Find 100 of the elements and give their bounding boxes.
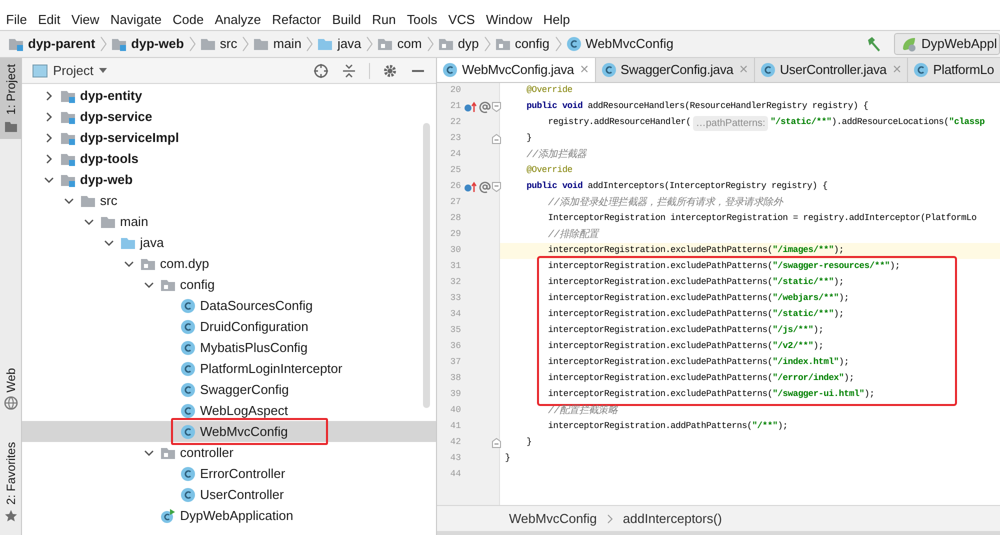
- package-folder-icon: [438, 36, 454, 52]
- annotation-icon: [479, 101, 491, 113]
- minimize-icon: [412, 70, 424, 72]
- class-icon: [600, 62, 617, 78]
- class-icon: [442, 62, 458, 78]
- code-line: interceptorRegistration.excludePathPatterns("/swagger-ui.html");: [548, 388, 874, 402]
- tool-window-tab[interactable]: Web: [0, 362, 21, 416]
- breadcrumb-item[interactable]: config: [494, 34, 550, 54]
- tree-item[interactable]: DataSourcesConfig: [22, 295, 436, 316]
- package-folder-icon: [494, 36, 511, 52]
- locate-button[interactable]: [313, 62, 329, 78]
- caret-down-icon: [99, 68, 108, 74]
- line-number: 34: [449, 308, 461, 322]
- tree-item[interactable]: MybatisPlusConfig: [22, 337, 436, 358]
- breadcrumb-item[interactable]: src: [200, 34, 238, 54]
- menu-item[interactable]: VCS: [448, 10, 475, 30]
- globe-icon: [4, 396, 18, 410]
- code-line: public void addResourceHandlers(ResourceHandlerRegistry registry) {: [526, 100, 868, 114]
- menu-item[interactable]: Build: [332, 10, 362, 30]
- breadcrumb-item[interactable]: dyp-parent: [8, 34, 96, 54]
- scrollbar[interactable]: [423, 123, 430, 408]
- breadcrumb-item[interactable]: dyp: [438, 34, 479, 54]
- menu-item[interactable]: Code: [172, 10, 204, 30]
- breadcrumb-item[interactable]: addInterceptors(): [622, 508, 722, 528]
- editor-tab[interactable]: WebMvcConfig.java ×: [437, 58, 596, 82]
- class-icon: [760, 62, 776, 78]
- code-line: //添加拦截器: [526, 148, 586, 162]
- menu-item[interactable]: File: [6, 10, 27, 30]
- line-number: 41: [449, 420, 461, 434]
- menu-item[interactable]: Refactor: [272, 10, 322, 30]
- spring-app-icon: [901, 36, 918, 52]
- chevron-right-icon: [364, 34, 374, 54]
- collapse-all-button[interactable]: [341, 62, 357, 78]
- line-number: 44: [449, 468, 461, 482]
- class-icon: [566, 36, 582, 52]
- menu-item[interactable]: Analyze: [214, 10, 261, 30]
- code-line: @Override: [526, 84, 572, 98]
- tree-item[interactable]: dyp-web: [22, 169, 436, 190]
- class-icon: [180, 360, 196, 376]
- tool-window-tab[interactable]: 2: Favorites: [0, 436, 21, 529]
- breadcrumb-item[interactable]: dyp-web: [111, 34, 184, 54]
- chevron-right-icon: [482, 34, 492, 54]
- code-line: //添加登录处理拦截器，拦截所有请求，登录请求除外: [548, 196, 783, 210]
- menu-item[interactable]: Tools: [406, 10, 438, 30]
- run-config-selector[interactable]: DypWebAppl: [894, 33, 1000, 55]
- tree-item[interactable]: config: [22, 274, 436, 295]
- chevron-right-icon: [240, 34, 250, 54]
- project-view-dropdown[interactable]: Project: [53, 60, 108, 80]
- tree-item[interactable]: dyp-service: [22, 106, 436, 127]
- tree-item[interactable]: SwaggerConfig: [22, 379, 436, 400]
- code-line: InterceptorRegistration interceptorRegistration = registry.addInterceptor(PlatformLo: [548, 212, 976, 226]
- code-line: interceptorRegistration.excludePathPatterns("/webjars/**");: [548, 292, 849, 306]
- class-icon: [180, 298, 196, 314]
- tree-item[interactable]: PlatformLoginInterceptor: [22, 358, 436, 379]
- tree-item[interactable]: java: [22, 232, 436, 253]
- chevron-right-icon: [424, 34, 435, 54]
- menu-item[interactable]: Edit: [38, 10, 60, 30]
- settings-icon: [382, 62, 398, 78]
- tree-item[interactable]: WebLogAspect: [22, 400, 436, 421]
- breadcrumb-item[interactable]: java: [317, 34, 362, 54]
- breadcrumb-item[interactable]: main: [253, 34, 302, 54]
- menu-item[interactable]: View: [71, 10, 100, 30]
- class-icon: [180, 486, 196, 502]
- menu-item[interactable]: Navigate: [110, 10, 162, 30]
- code-line: interceptorRegistration.excludePathPatterns("/images/**");: [548, 244, 844, 258]
- tree-item[interactable]: src: [22, 190, 436, 211]
- star-icon: [4, 508, 18, 523]
- code-line: interceptorRegistration.addPathPatterns("/**");: [548, 420, 788, 434]
- breadcrumb-item[interactable]: WebMvcConfig: [566, 34, 674, 54]
- code-line: interceptorRegistration.excludePathPatterns("/v2/**");: [548, 340, 824, 354]
- line-number: 30: [449, 244, 461, 258]
- tree-item[interactable]: DruidConfiguration: [22, 316, 436, 337]
- class-icon: [180, 382, 196, 398]
- line-number: 26: [449, 180, 461, 194]
- line-number: 21: [449, 100, 461, 114]
- menu-item[interactable]: Help: [543, 10, 570, 30]
- project-window-icon: [32, 62, 48, 78]
- menu-item[interactable]: Window: [486, 10, 532, 30]
- menu-item[interactable]: Run: [372, 10, 396, 30]
- class-icon: [180, 318, 196, 334]
- annotation-icon: [479, 181, 491, 193]
- tree-item[interactable]: main: [22, 211, 436, 232]
- class-icon: [913, 62, 930, 78]
- tree-item[interactable]: UserController: [22, 484, 436, 505]
- line-number: 43: [449, 452, 461, 466]
- tree-item[interactable]: ErrorController: [22, 463, 436, 484]
- tree-item[interactable]: dyp-serviceImpl: [22, 127, 436, 148]
- settings-button[interactable]: [382, 62, 398, 78]
- code-line: interceptorRegistration.excludePathPatterns("/swagger-resources/**");: [548, 260, 900, 274]
- tool-window-tab[interactable]: 1: Project: [0, 58, 21, 139]
- breadcrumb-item[interactable]: WebMvcConfig: [509, 508, 597, 528]
- breadcrumb-item[interactable]: com: [377, 34, 422, 54]
- collapse-all-icon: [341, 62, 357, 78]
- tree-item[interactable]: WebMvcConfig: [22, 421, 436, 442]
- tree-item[interactable]: controller: [22, 442, 436, 463]
- tree-item[interactable]: DypWebApplication: [22, 505, 436, 526]
- folder-icon: [317, 36, 334, 52]
- tree-item[interactable]: dyp-tools: [22, 148, 436, 169]
- tree-item[interactable]: com.dyp: [22, 253, 436, 274]
- tree-item[interactable]: dyp-entity: [22, 85, 436, 106]
